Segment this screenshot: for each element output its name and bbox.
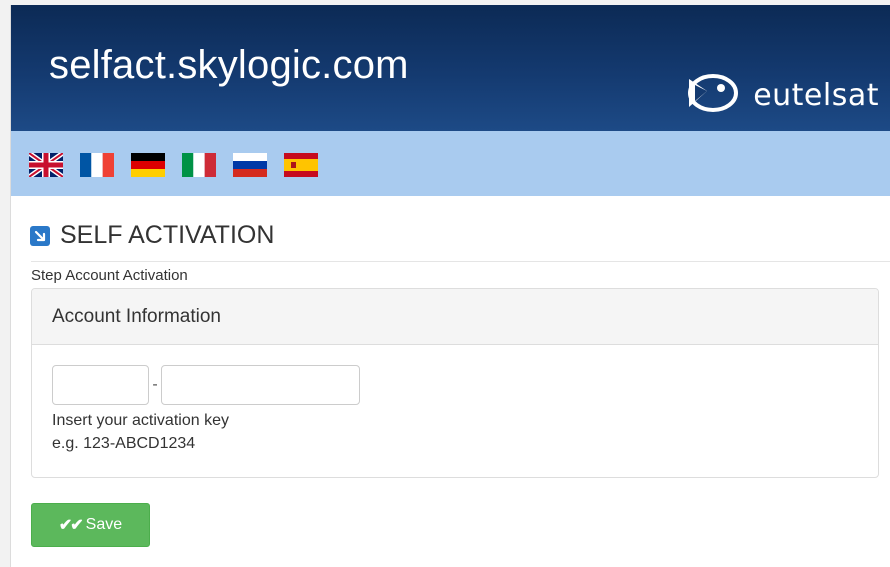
- arrow-down-right-icon: [30, 225, 50, 246]
- header-banner: selfact.skylogic.com eutelsat: [11, 5, 890, 131]
- uk-flag-icon[interactable]: [29, 153, 63, 177]
- page-heading: SELF ACTIVATION: [30, 221, 274, 250]
- key-separator: -: [152, 376, 158, 393]
- save-button-label: Save: [85, 516, 123, 533]
- france-flag-icon[interactable]: [80, 153, 114, 177]
- activation-key-part2-input[interactable]: [161, 365, 360, 405]
- russia-flag-icon[interactable]: [233, 153, 267, 177]
- help-line-1: Insert your activation key: [52, 412, 229, 429]
- activation-key-row: -: [52, 365, 360, 405]
- panel-title: Account Information: [32, 289, 878, 345]
- step-label: Step Account Activation: [31, 267, 188, 284]
- page-frame: selfact.skylogic.com eutelsat SELF ACTIV…: [10, 5, 890, 567]
- account-information-panel: Account Information - Insert your activa…: [31, 288, 879, 478]
- check-icon: ✔✔: [58, 517, 84, 534]
- spain-flag-icon[interactable]: [284, 153, 318, 177]
- italy-flag-icon[interactable]: [182, 153, 216, 177]
- eutelsat-logo-icon: [683, 71, 739, 120]
- page-title: SELF ACTIVATION: [60, 221, 275, 249]
- germany-flag-icon[interactable]: [131, 153, 165, 177]
- activation-key-part1-input[interactable]: [52, 365, 149, 405]
- save-button[interactable]: ✔✔ Save: [31, 503, 150, 547]
- eutelsat-logo: eutelsat: [683, 71, 879, 120]
- help-line-2: e.g. 123-ABCD1234: [52, 435, 196, 452]
- language-bar: [11, 131, 890, 196]
- brand-name: eutelsat: [753, 78, 879, 113]
- heading-divider: [31, 261, 890, 262]
- site-title: selfact.skylogic.com: [49, 43, 409, 87]
- activation-key-help: Insert your activation key e.g. 123-ABCD…: [52, 409, 229, 455]
